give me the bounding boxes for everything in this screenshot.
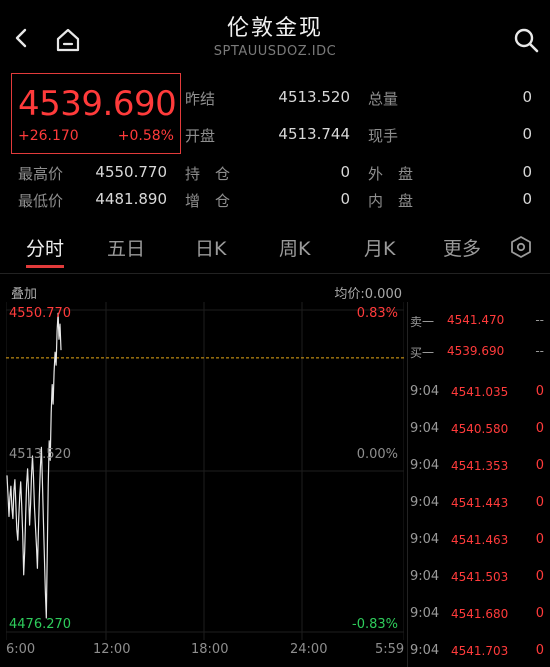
settings-icon[interactable]: [509, 235, 533, 259]
ask-qty: --: [535, 313, 544, 327]
tick-time: 9:04: [410, 569, 440, 584]
x-label-0: 6:00: [6, 642, 36, 657]
tick-volume: 0: [535, 532, 544, 547]
bid-qty: --: [535, 344, 544, 358]
tab-weekly-k[interactable]: 周K: [279, 234, 310, 261]
tab-divider: [0, 273, 550, 274]
tab-daily-k[interactable]: 日K: [195, 234, 226, 261]
stat-value-inner-volume: 0: [522, 190, 532, 208]
tab-more[interactable]: 更多: [443, 234, 481, 261]
tick-time: 9:04: [410, 532, 440, 547]
stat-label-inner-volume: 内 盘: [368, 192, 414, 210]
stat-label-open: 开盘: [185, 127, 216, 145]
ask-row: 卖一 4541.470 --: [410, 313, 550, 333]
stat-label-oi-change: 增 仓: [185, 192, 231, 210]
price-change-percent: +0.58%: [117, 128, 174, 144]
stat-value-high: 4550.770: [95, 163, 167, 181]
symbol-code: SPTAUUSDOZ.IDC: [213, 44, 337, 59]
tick-price: 4541.680: [451, 607, 509, 621]
stat-value-open-interest: 0: [340, 163, 350, 181]
stat-value-oi-change: 0: [340, 190, 350, 208]
stat-value-total-volume: 0: [522, 88, 532, 106]
stat-value-low: 4481.890: [95, 190, 167, 208]
page-title: 伦敦金现: [226, 16, 323, 41]
average-price-label: 均价:0.000: [334, 287, 402, 302]
tick-row: 9:04 4541.353 0: [410, 458, 550, 478]
tick-row: 9:04 4541.703 0: [410, 643, 550, 663]
tick-time: 9:04: [410, 495, 440, 510]
tick-row: 9:04 4541.463 0: [410, 532, 550, 552]
tick-row: 9:04 4541.680 0: [410, 606, 550, 626]
tick-volume: 0: [535, 606, 544, 621]
bid-price: 4539.690: [447, 344, 505, 358]
y-label-bottom: 4476.270: [9, 617, 72, 632]
bid-row: 买一 4539.690 --: [410, 344, 550, 364]
tick-volume: 0: [535, 421, 544, 436]
tick-row: 9:04 4541.035 0: [410, 384, 550, 404]
pct-label-mid: 0.00%: [356, 447, 398, 462]
tick-time: 9:04: [410, 643, 440, 658]
x-label-4: 5:59: [375, 642, 405, 657]
bid-label: 买一: [410, 346, 435, 360]
stat-label-low: 最低价: [18, 192, 64, 210]
chart-canvas: [5, 302, 405, 640]
tick-volume: 0: [535, 495, 544, 510]
x-label-1: 12:00: [93, 642, 131, 657]
x-label-3: 24:00: [290, 642, 328, 657]
top-bar: 伦敦金现 SPTAUUSDOZ.IDC: [0, 0, 550, 68]
price-box: 4539.690 +26.170 +0.58%: [11, 73, 181, 154]
tick-time: 9:04: [410, 384, 440, 399]
pct-label-bottom: -0.83%: [352, 617, 398, 632]
overlay-button[interactable]: 叠加: [11, 283, 37, 302]
tab-five-day[interactable]: 五日: [107, 234, 145, 261]
tick-row: 9:04 4541.503 0: [410, 569, 550, 589]
tick-price: 4541.463: [451, 533, 509, 547]
stat-value-prev-settle: 4513.520: [278, 88, 350, 106]
tick-time: 9:04: [410, 606, 440, 621]
active-tab-indicator: [26, 265, 64, 268]
tick-price: 4540.580: [451, 422, 509, 436]
tick-price: 4541.703: [451, 644, 509, 658]
tab-intraday[interactable]: 分时: [26, 234, 64, 261]
x-label-2: 18:00: [191, 642, 229, 657]
tick-volume: 0: [535, 569, 544, 584]
stat-label-outer-volume: 外 盘: [368, 165, 414, 183]
price-series-line: [6, 312, 62, 619]
stat-value-open: 4513.744: [278, 125, 350, 143]
tick-price: 4541.443: [451, 496, 509, 510]
period-tabs: 分时 五日 日K 周K 月K 更多: [0, 228, 550, 268]
tick-price: 4541.503: [451, 570, 509, 584]
tick-time: 9:04: [410, 458, 440, 473]
search-icon[interactable]: [512, 26, 540, 54]
pct-label-top: 0.83%: [356, 306, 398, 321]
y-label-top: 4550.770: [9, 306, 72, 321]
panel-divider: [407, 302, 408, 667]
price-change: +26.170: [18, 128, 79, 144]
tick-row: 9:04 4541.443 0: [410, 495, 550, 515]
tick-row: 9:04 4540.580 0: [410, 421, 550, 441]
tick-volume: 0: [535, 384, 544, 399]
tick-price: 4541.353: [451, 459, 509, 473]
ask-price: 4541.470: [447, 313, 505, 327]
stat-label-high: 最高价: [18, 165, 64, 183]
stat-label-open-interest: 持 仓: [185, 165, 231, 183]
stat-label-total-volume: 总量: [368, 90, 399, 108]
tick-time: 9:04: [410, 421, 440, 436]
tick-volume: 0: [535, 458, 544, 473]
stat-value-current-lot: 0: [522, 125, 532, 143]
intraday-chart[interactable]: 4550.770 4513.520 4476.270 0.83% 0.00% -…: [5, 302, 405, 640]
stat-value-outer-volume: 0: [522, 163, 532, 181]
stat-label-prev-settle: 昨结: [185, 90, 216, 108]
ask-label: 卖一: [410, 315, 435, 329]
last-price: 4539.690: [18, 84, 177, 124]
tab-monthly-k[interactable]: 月K: [364, 234, 395, 261]
tick-volume: 0: [535, 643, 544, 658]
stat-label-current-lot: 现手: [368, 127, 399, 145]
tick-price: 4541.035: [451, 385, 509, 399]
y-label-mid: 4513.520: [9, 447, 72, 462]
